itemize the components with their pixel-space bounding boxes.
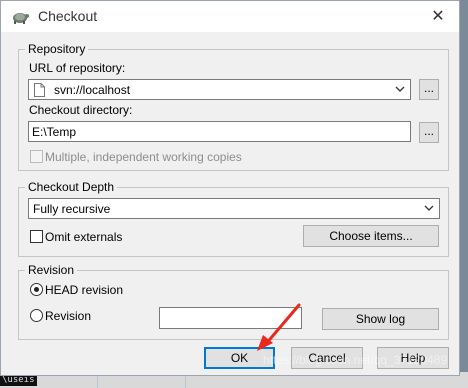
revision-radio[interactable] <box>30 309 43 322</box>
checkout-depth-group-label: Checkout Depth <box>25 180 118 194</box>
dir-browse-button[interactable]: ... <box>419 122 439 143</box>
depth-value: Fully recursive <box>33 202 111 216</box>
title-bar: Checkout ✕ <box>1 1 459 32</box>
revision-label: Revision <box>45 309 92 323</box>
revision-group-label: Revision <box>25 263 78 277</box>
window-title: Checkout <box>38 8 98 24</box>
omit-externals-label: Omit externals <box>45 230 123 244</box>
radio-selected-dot <box>34 287 39 292</box>
file-icon <box>34 83 45 97</box>
checkout-dialog: Checkout ✕ Repository URL of repository:… <box>0 0 460 376</box>
chevron-down-icon[interactable] <box>394 83 406 95</box>
omit-externals-checkbox[interactable] <box>30 230 43 243</box>
watermark-text: https://blog.csdn.net/qq_37120489 <box>263 353 448 367</box>
head-revision-label: HEAD revision <box>45 283 124 297</box>
chevron-down-icon[interactable] <box>423 202 435 214</box>
close-button[interactable]: ✕ <box>423 3 453 30</box>
head-revision-radio[interactable] <box>30 283 43 296</box>
tortoise-icon <box>13 13 29 24</box>
checkout-dir-input[interactable]: E:\Temp <box>28 121 411 142</box>
url-browse-button[interactable]: ... <box>419 79 439 100</box>
depth-combobox[interactable]: Fully recursive <box>28 198 440 219</box>
url-combobox[interactable]: svn://localhost <box>28 79 411 100</box>
checkout-dir-label: Checkout directory: <box>29 103 133 117</box>
annotation-arrow-icon <box>257 303 301 351</box>
multiple-copies-checkbox[interactable] <box>30 150 43 163</box>
multiple-copies-label: Multiple, independent working copies <box>45 150 242 164</box>
url-value: svn://localhost <box>54 83 131 97</box>
repository-group-label: Repository <box>25 42 89 56</box>
show-log-button[interactable]: Show log <box>322 308 439 330</box>
choose-items-button[interactable]: Choose items... <box>303 225 439 247</box>
checkout-dir-value: E:\Temp <box>32 125 77 139</box>
url-label: URL of repository: <box>29 61 126 75</box>
